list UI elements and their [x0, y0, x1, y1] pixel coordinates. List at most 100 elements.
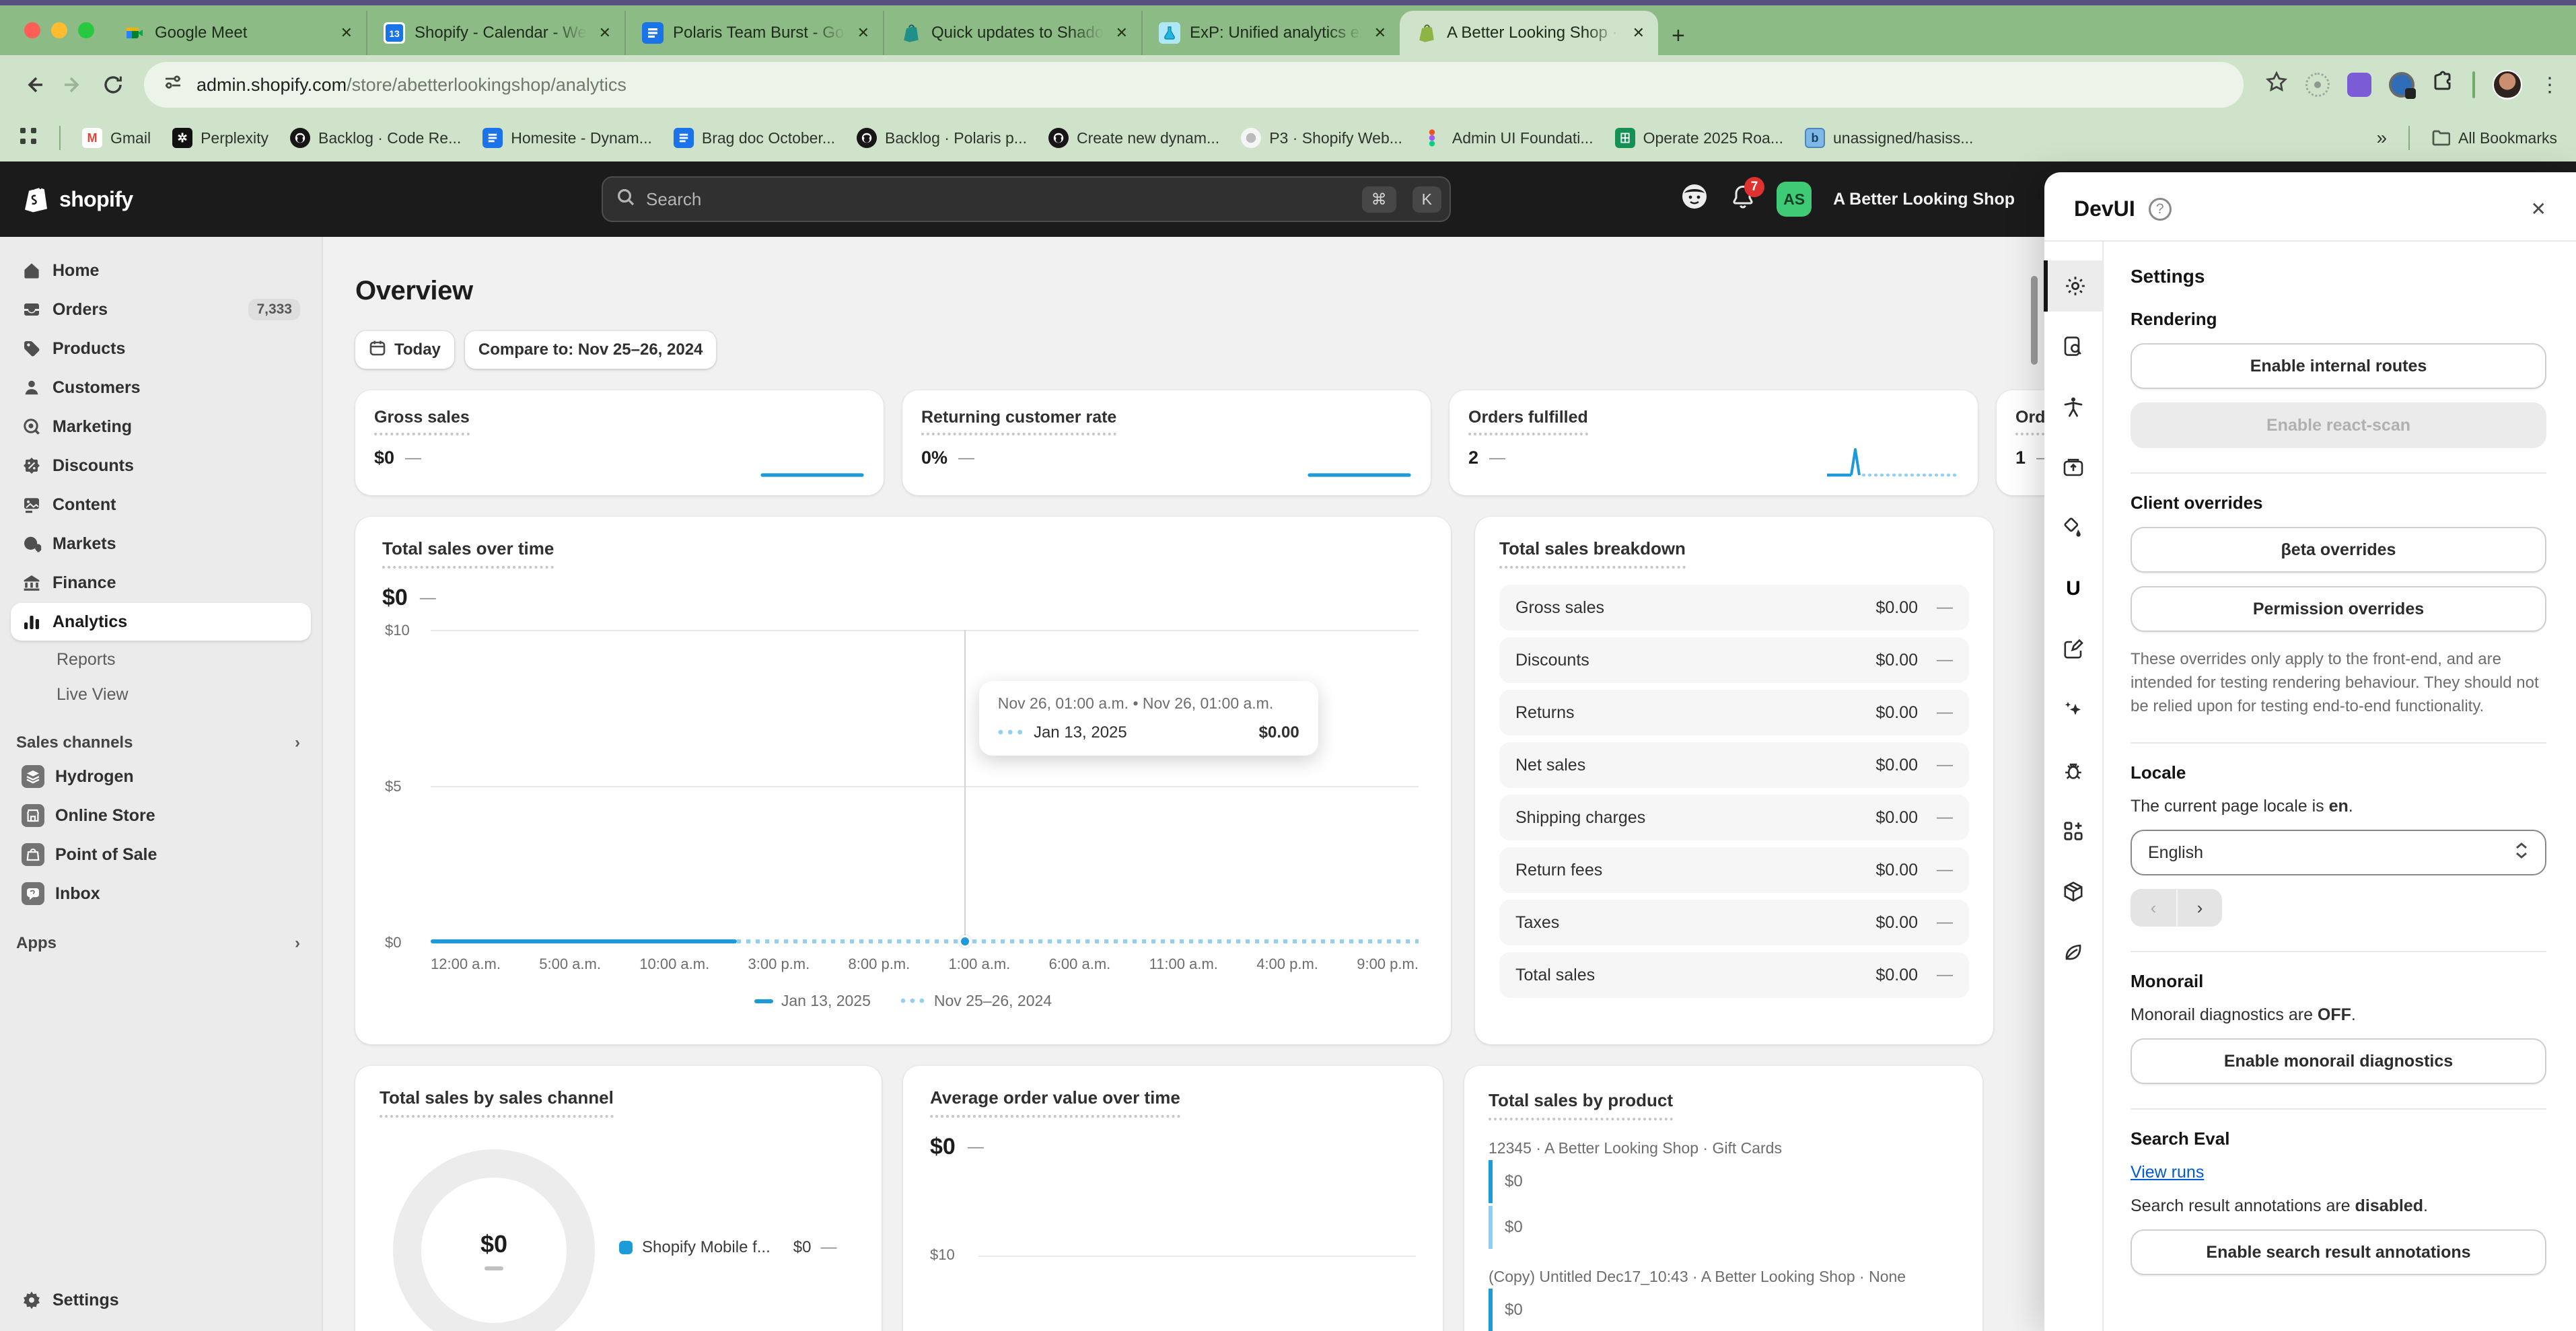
onepassword-icon[interactable]: [2389, 72, 2414, 98]
sidebar-item-markets[interactable]: $Markets: [11, 525, 311, 563]
tab-calendar[interactable]: 13 Shopify - Calendar - Week of ✕: [366, 11, 624, 55]
sidebar-item-live-view[interactable]: Live View: [11, 677, 311, 712]
permission-overrides-button[interactable]: Permission overrides: [2131, 586, 2546, 632]
sales-by-channel-card[interactable]: Total sales by sales channel $0 Shopify …: [355, 1066, 882, 1331]
zoom-window-button[interactable]: [78, 22, 94, 38]
devui-tab-modules[interactable]: [2044, 805, 2103, 857]
devui-tab-packages[interactable]: [2044, 866, 2103, 917]
devui-tab-debug[interactable]: [2044, 745, 2103, 796]
shopify-logo[interactable]: shopify: [22, 161, 133, 237]
sidebar-item-marketing[interactable]: Marketing: [11, 408, 311, 445]
extension-icon[interactable]: [2305, 73, 2330, 97]
bookmark-brag-doc[interactable]: Brag doc October...: [674, 128, 835, 148]
bookmark-backlog-code[interactable]: Backlog · Code Re...: [290, 128, 461, 148]
breakdown-row[interactable]: Taxes$0.00—: [1499, 900, 1969, 945]
total-sales-chart-card[interactable]: Total sales over time $0— $10 $5 $0 No: [355, 517, 1451, 1044]
compare-range-button[interactable]: Compare to: Nov 25–26, 2024: [465, 331, 716, 369]
sales-channels-header[interactable]: Sales channels›: [16, 733, 300, 752]
sidebar-item-products[interactable]: Products: [11, 330, 311, 367]
browser-menu-icon[interactable]: ⋮: [2540, 73, 2560, 97]
sidebar-item-analytics[interactable]: Analytics: [11, 603, 311, 641]
sidebar-item-customers[interactable]: Customers: [11, 369, 311, 406]
tab-docs[interactable]: Polaris Team Burst - Google D ✕: [624, 11, 883, 55]
devui-tab-settings[interactable]: [2044, 260, 2103, 312]
sidebar-item-discounts[interactable]: Discounts: [11, 447, 311, 484]
store-name[interactable]: A Better Looking Shop: [1833, 190, 2015, 209]
enable-internal-routes-button[interactable]: Enable internal routes: [2131, 343, 2546, 389]
previous-page-button[interactable]: ‹: [2131, 889, 2176, 927]
bookmark-perplexity[interactable]: ✲Perplexity: [172, 128, 269, 148]
window-controls[interactable]: [19, 5, 108, 55]
help-icon[interactable]: ?: [2149, 198, 2172, 221]
site-settings-icon[interactable]: [163, 72, 183, 98]
breakdown-row[interactable]: Gross sales$0.00—: [1499, 585, 1969, 631]
line-chart-plot[interactable]: $10 $5 $0 Nov 26, 01:00 a.m. • Nov 26, 0…: [431, 630, 1419, 942]
enable-react-scan-button[interactable]: Enable react-scan: [2131, 402, 2546, 448]
extensions-puzzle-icon[interactable]: [2432, 71, 2455, 99]
sidebar-item-orders[interactable]: Orders7,333: [11, 291, 311, 328]
breakdown-row[interactable]: Return fees$0.00—: [1499, 847, 1969, 893]
close-tab-icon[interactable]: ✕: [1113, 22, 1131, 44]
bookmark-admin-ui[interactable]: Admin UI Foundati...: [1424, 128, 1594, 148]
url-input[interactable]: admin.shopify.com/store/abetterlookingsh…: [144, 62, 2244, 108]
sidebar-item-hydrogen[interactable]: Hydrogen: [11, 758, 311, 795]
average-order-value-card[interactable]: Average order value over time $0— $10 $0…: [903, 1066, 1443, 1331]
sidebar-item-home[interactable]: Home: [11, 252, 311, 289]
date-range-button[interactable]: Today: [355, 331, 454, 369]
tab-exp[interactable]: ExP: Unified analytics experie ✕: [1141, 11, 1400, 55]
metric-orders-fulfilled[interactable]: Orders fulfilled 2—: [1450, 390, 1978, 495]
new-tab-icon[interactable]: +: [1672, 24, 1685, 47]
apps-grid-icon[interactable]: [19, 127, 38, 149]
breakdown-row[interactable]: Returns$0.00—: [1499, 690, 1969, 735]
devui-tab-releases[interactable]: [2044, 442, 2103, 493]
global-search-input[interactable]: Search ⌘ K: [602, 176, 1451, 222]
devui-tab-editor[interactable]: [2044, 624, 2103, 675]
bookmark-operate-2025[interactable]: Operate 2025 Roa...: [1615, 128, 1783, 148]
close-tab-icon[interactable]: ✕: [855, 22, 872, 44]
notifications-bell-icon[interactable]: 7: [1731, 184, 1755, 215]
reload-icon[interactable]: [96, 66, 131, 104]
apps-header[interactable]: Apps›: [16, 934, 300, 953]
locale-select[interactable]: English: [2131, 830, 2546, 875]
close-tab-icon[interactable]: ✕: [1371, 22, 1389, 44]
sidebar-item-reports[interactable]: Reports: [11, 642, 311, 677]
sidebar-item-pos[interactable]: Point of Sale: [11, 836, 311, 873]
sidebar-item-online-store[interactable]: Online Store: [11, 797, 311, 834]
metric-returning-rate[interactable]: Returning customer rate 0%—: [902, 390, 1431, 495]
close-icon[interactable]: ✕: [2531, 198, 2546, 220]
breakdown-row[interactable]: Discounts$0.00—: [1499, 637, 1969, 683]
devui-tab-sustainability[interactable]: [2044, 927, 2103, 978]
close-tab-icon[interactable]: ✕: [596, 22, 614, 44]
view-runs-link[interactable]: View runs: [2131, 1163, 2204, 1182]
bookmark-star-icon[interactable]: [2265, 71, 2288, 99]
devui-tab-magic[interactable]: [2044, 684, 2103, 735]
store-avatar[interactable]: AS: [1777, 182, 1812, 217]
extension-icon[interactable]: [2347, 73, 2371, 97]
beta-overrides-button[interactable]: βeta overrides: [2131, 527, 2546, 573]
devui-tab-accessibility[interactable]: [2044, 382, 2103, 433]
enable-search-annotations-button[interactable]: Enable search result annotations: [2131, 1229, 2546, 1275]
scrollbar-thumb[interactable]: [2031, 276, 2038, 365]
browser-profile-avatar[interactable]: [2493, 70, 2522, 100]
tab-shadows[interactable]: Quick updates to Shadows an ✕: [883, 11, 1141, 55]
sidebar-item-inbox[interactable]: Inbox: [11, 875, 311, 912]
breakdown-row[interactable]: Shipping charges$0.00—: [1499, 795, 1969, 840]
bookmark-unassigned[interactable]: bunassigned/hasiss...: [1805, 128, 1973, 148]
bookmark-homesite[interactable]: Homesite - Dynam...: [482, 128, 652, 148]
breakdown-row[interactable]: Total sales$0.00—: [1499, 952, 1969, 998]
next-page-button[interactable]: ›: [2176, 889, 2222, 927]
breakdown-row[interactable]: Net sales$0.00—: [1499, 742, 1969, 788]
sidekick-icon[interactable]: [1680, 182, 1709, 217]
sales-breakdown-card[interactable]: Total sales breakdown Gross sales$0.00— …: [1475, 517, 1993, 1044]
close-window-button[interactable]: [24, 22, 40, 38]
sales-by-product-card[interactable]: Total sales by product 12345 · A Better …: [1464, 1066, 1982, 1331]
bookmark-create-dynamic[interactable]: Create new dynam...: [1048, 128, 1219, 148]
tab-active-shop-overview[interactable]: A Better Looking Shop · Over ✕: [1400, 11, 1658, 55]
tab-google-meet[interactable]: Google Meet ✕: [108, 11, 366, 55]
close-tab-icon[interactable]: ✕: [338, 22, 355, 44]
enable-monorail-diagnostics-button[interactable]: Enable monorail diagnostics: [2131, 1038, 2546, 1084]
devui-tab-inspector[interactable]: [2044, 321, 2103, 372]
bookmark-gmail[interactable]: MGmail: [82, 128, 151, 148]
sidebar-item-finance[interactable]: Finance: [11, 564, 311, 602]
sidebar-item-settings[interactable]: Settings: [11, 1281, 311, 1319]
